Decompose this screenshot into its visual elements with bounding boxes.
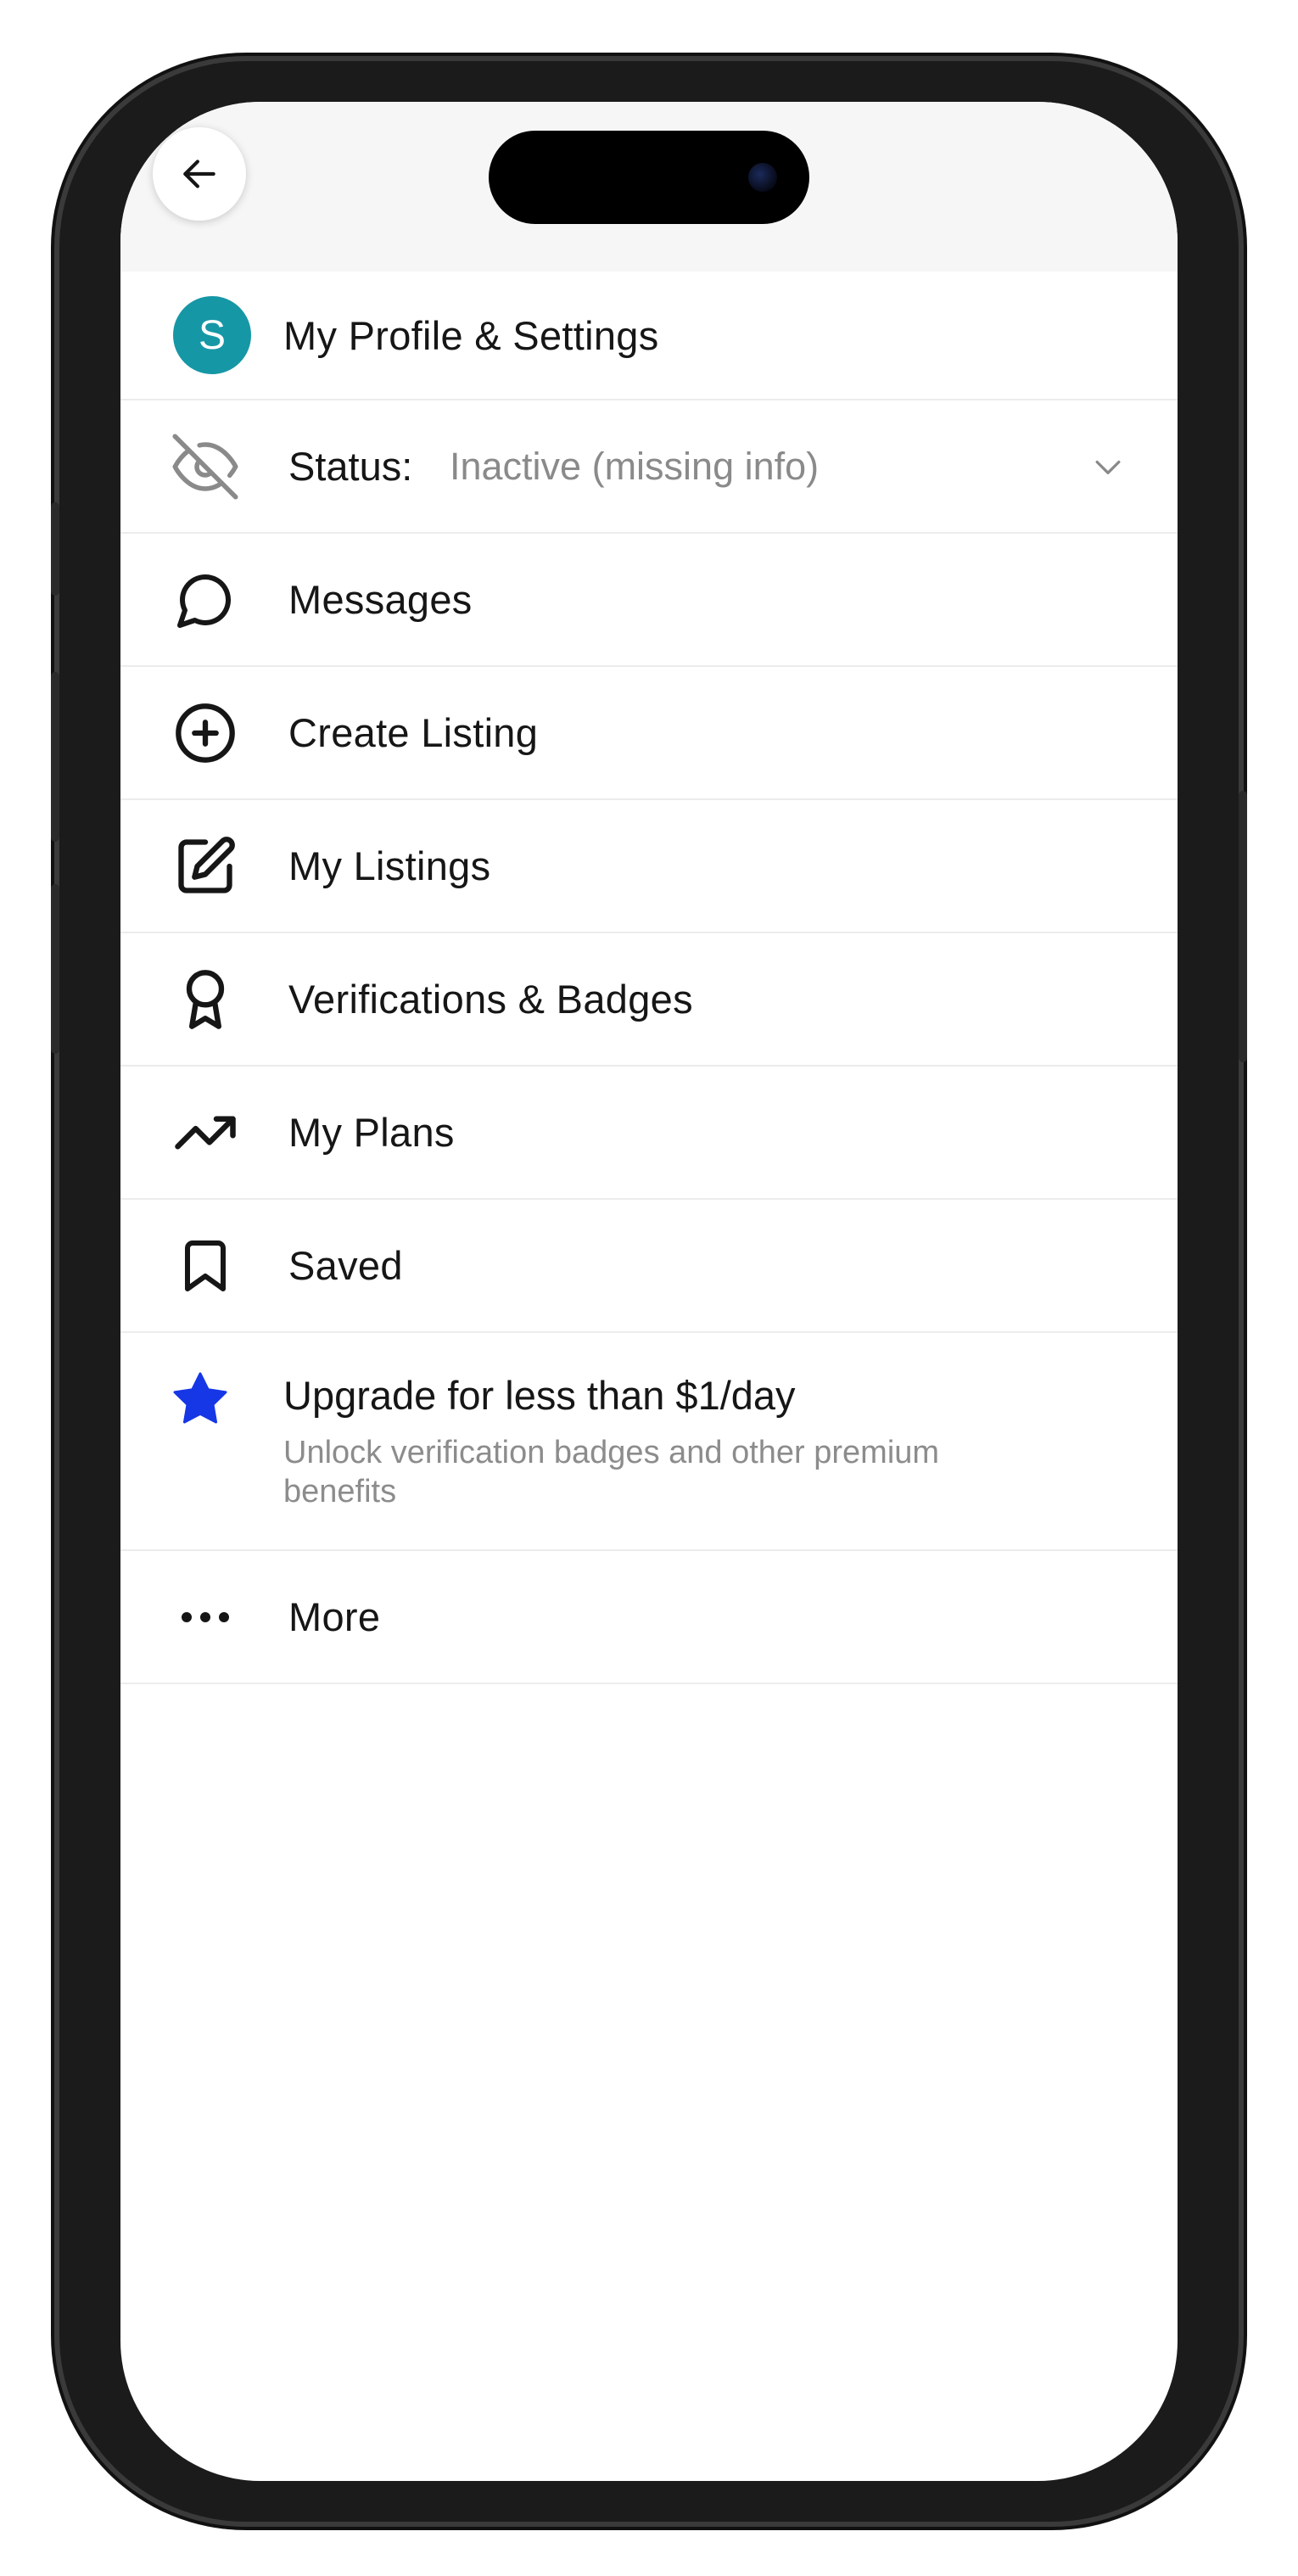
upgrade-title: Upgrade for less than $1/day xyxy=(283,1373,796,1418)
menu-item-label: Verifications & Badges xyxy=(288,977,693,1022)
volume-down-button xyxy=(51,884,59,1054)
avatar: S xyxy=(173,296,251,374)
menu-item-my-listings[interactable]: My Listings xyxy=(120,800,1178,933)
volume-up-button xyxy=(51,672,59,842)
dynamic-island xyxy=(489,131,809,224)
power-button xyxy=(1239,791,1247,1062)
plus-circle-icon xyxy=(171,699,239,767)
arrow-left-icon xyxy=(183,160,215,188)
menu-item-label: Create Listing xyxy=(288,710,539,755)
menu-item-messages[interactable]: Messages xyxy=(120,534,1178,667)
status-value: Inactive (missing info) xyxy=(450,444,820,488)
eye-off-icon xyxy=(171,433,239,501)
bookmark-icon xyxy=(171,1232,239,1300)
phone-frame: S My Profile & Settings Status: Inactive… xyxy=(51,61,1247,2522)
status-label: Status: xyxy=(288,444,413,489)
trending-up-icon xyxy=(171,1099,239,1167)
menu-item-upgrade[interactable]: Upgrade for less than $1/day Unlock veri… xyxy=(120,1333,1178,1551)
phone-screen: S My Profile & Settings Status: Inactive… xyxy=(120,102,1178,2481)
camera-lens xyxy=(748,163,777,192)
menu-list: S My Profile & Settings Status: Inactive… xyxy=(120,272,1178,1684)
action-button xyxy=(51,502,59,596)
menu-item-label: My Listings xyxy=(288,843,491,888)
star-icon xyxy=(166,1365,234,1433)
menu-item-label: My Profile & Settings xyxy=(283,312,659,358)
award-ribbon-icon xyxy=(171,966,239,1033)
edit-square-icon xyxy=(171,832,239,900)
menu-item-more[interactable]: More xyxy=(120,1551,1178,1684)
chat-bubble-icon xyxy=(171,566,239,634)
menu-item-status[interactable]: Status: Inactive (missing info) xyxy=(120,400,1178,534)
upgrade-subtitle: Unlock verification badges and other pre… xyxy=(283,1435,940,1509)
more-horizontal-icon xyxy=(171,1583,239,1651)
menu-item-label: Saved xyxy=(288,1243,403,1288)
menu-item-profile[interactable]: S My Profile & Settings xyxy=(120,272,1178,400)
menu-item-create-listing[interactable]: Create Listing xyxy=(120,667,1178,800)
menu-item-verifications[interactable]: Verifications & Badges xyxy=(120,933,1178,1067)
menu-item-label: My Plans xyxy=(288,1110,455,1155)
menu-item-label: Messages xyxy=(288,577,473,622)
back-button[interactable] xyxy=(153,127,246,221)
chevron-down-icon xyxy=(1095,460,1121,474)
menu-item-label: More xyxy=(288,1594,381,1639)
menu-item-saved[interactable]: Saved xyxy=(120,1200,1178,1333)
menu-item-my-plans[interactable]: My Plans xyxy=(120,1067,1178,1200)
